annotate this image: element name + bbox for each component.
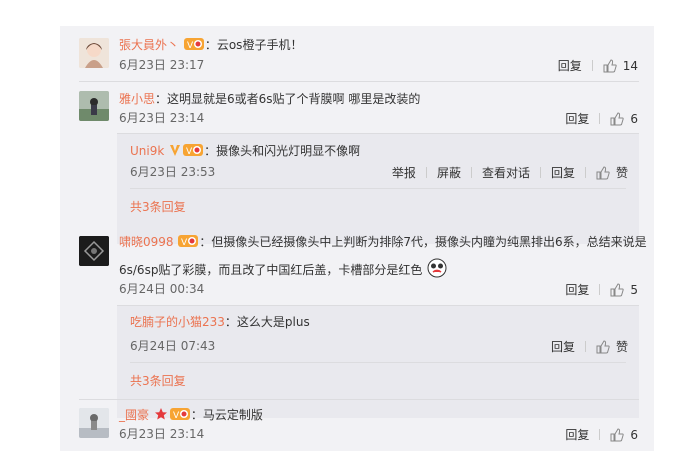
svg-text:V: V [187,41,194,51]
reply-author-link[interactable]: 吃腩子的小猫233 [130,315,225,329]
divider [470,167,472,178]
like-button[interactable]: 14 [603,59,638,73]
reply-text: ：这么大是plus [224,315,310,329]
reply-actions: 举报 屏蔽 查看对话 回复 赞 [392,164,628,181]
view-conversation-button[interactable]: 查看对话 [482,164,530,181]
divider [591,60,593,71]
like-button[interactable]: 赞 [596,164,628,181]
like-button[interactable]: 5 [610,283,638,297]
comment-author-link[interactable]: _國豪 [119,408,149,422]
comment-text: ：但摄像头已经摄像头中上判断为排除7代，摄像头内瞳为纯黑排出6系，总结来说是 [199,235,647,249]
comment-author-link[interactable]: 張大員外丶 [119,38,179,52]
reply-box: Uni9k V ：摄像头和闪光灯明显不像啊 6月23日 23:53 举报 屏蔽 … [117,133,639,244]
comment-list-panel: 張大員外丶 V ：云os橙子手机！ 6月23日 23:17 回复 14 雅小思：… [60,26,654,451]
thumbs-up-icon [610,282,625,296]
avatar-image [79,408,109,438]
comment-line: 張大員外丶 V ：云os橙子手机！ [119,37,302,55]
star-badge-icon [154,407,168,425]
block-button[interactable]: 屏蔽 [437,164,461,181]
thumbs-up-icon [596,339,610,353]
divider [584,341,586,352]
member-badge-icon: V [183,143,204,161]
divider [539,167,541,178]
reply-button[interactable]: 回复 [558,57,582,74]
comment-text: ：云os橙子手机！ [204,38,303,52]
comment-text: ：马云定制版 [190,408,263,422]
comment-line: _國豪 V ：马云定制版 [119,407,263,425]
like-button[interactable]: 6 [610,112,638,126]
like-button[interactable]: 赞 [596,338,628,355]
like-count: 6 [630,427,638,442]
reply-date: 6月24日 07:43 [130,339,216,353]
sub-reply-line: 吃腩子的小猫233：这么大是plus [130,314,310,330]
thumbs-up-icon [610,427,625,441]
reply-box: 吃腩子的小猫233：这么大是plus 6月24日 07:43 回复 赞 共3条回… [117,305,639,418]
reply-button[interactable]: 回复 [551,164,575,181]
divider [599,284,601,295]
comment-actions: 回复 6 [565,426,638,443]
comment-line-2: 6s/6sp贴了彩膜，而且改了中国红后盖，卡槽部分是红色 [119,257,448,283]
reply-button[interactable]: 回复 [565,281,589,298]
svg-text:V: V [181,238,188,248]
divider [79,81,639,82]
reply-button[interactable]: 回复 [551,338,575,355]
more-replies-link[interactable]: 共3条回复 [130,198,186,215]
comment-author-link[interactable]: 雅小思 [119,92,155,106]
comment-author-link[interactable]: 啸晓0998 [119,235,174,249]
comment-date: 6月23日 23:14 [119,111,205,125]
member-badge-icon: V [178,234,199,252]
reply-button[interactable]: 回复 [565,426,589,443]
sub-reply-line: Uni9k V ：摄像头和闪光灯明显不像啊 [130,143,360,161]
avatar[interactable] [79,38,109,68]
reply-author-link[interactable]: Uni9k [130,144,164,158]
comment-actions: 回复 14 [558,57,638,74]
like-count: 6 [630,111,638,126]
reply-button[interactable]: 回复 [565,110,589,127]
like-count: 14 [622,58,638,73]
comment-text: 6s/6sp贴了彩膜，而且改了中国红后盖，卡槽部分是红色 [119,263,423,277]
member-badge-icon: V [183,37,204,55]
thumbs-up-icon [610,111,625,125]
reply-actions: 回复 赞 [551,338,628,355]
comment-actions: 回复 6 [565,110,638,127]
divider [79,399,639,400]
comment-line: 啸晓0998 V ：但摄像头已经摄像头中上判断为排除7代，摄像头内瞳为纯黑排出6… [119,234,647,252]
like-button[interactable]: 6 [610,428,638,442]
like-label: 赞 [615,340,628,354]
divider [599,429,601,440]
emoji-icon [426,257,448,283]
divider [130,362,626,363]
avatar-image [79,38,109,68]
avatar-image [79,91,109,121]
like-label: 赞 [615,166,628,180]
comment-date: 6月24日 00:34 [119,282,205,296]
divider [425,167,427,178]
reply-date: 6月23日 23:53 [130,165,216,179]
more-replies-link[interactable]: 共3条回复 [130,372,186,389]
vip-v-icon [169,143,181,161]
avatar[interactable] [79,91,109,121]
comment-date: 6月23日 23:14 [119,427,205,441]
avatar[interactable] [79,408,109,438]
reply-text: ：摄像头和闪光灯明显不像啊 [204,144,361,158]
comment-date: 6月23日 23:17 [119,58,205,72]
comment-line: 雅小思：这明显就是6或者6s贴了个背膜啊 哪里是改装的 [119,91,420,107]
member-badge-icon: V [169,407,190,425]
comment-actions: 回复 5 [565,281,638,298]
like-count: 5 [630,282,638,297]
avatar-image [79,236,109,266]
divider [584,167,586,178]
divider [599,113,601,124]
divider [130,188,626,189]
report-button[interactable]: 举报 [392,164,416,181]
svg-text:V: V [186,147,193,157]
thumbs-up-icon [596,165,610,179]
svg-text:V: V [173,411,180,421]
comment-text: ：这明显就是6或者6s贴了个背膜啊 哪里是改装的 [155,92,421,106]
avatar[interactable] [79,236,109,266]
thumbs-up-icon [603,58,617,72]
